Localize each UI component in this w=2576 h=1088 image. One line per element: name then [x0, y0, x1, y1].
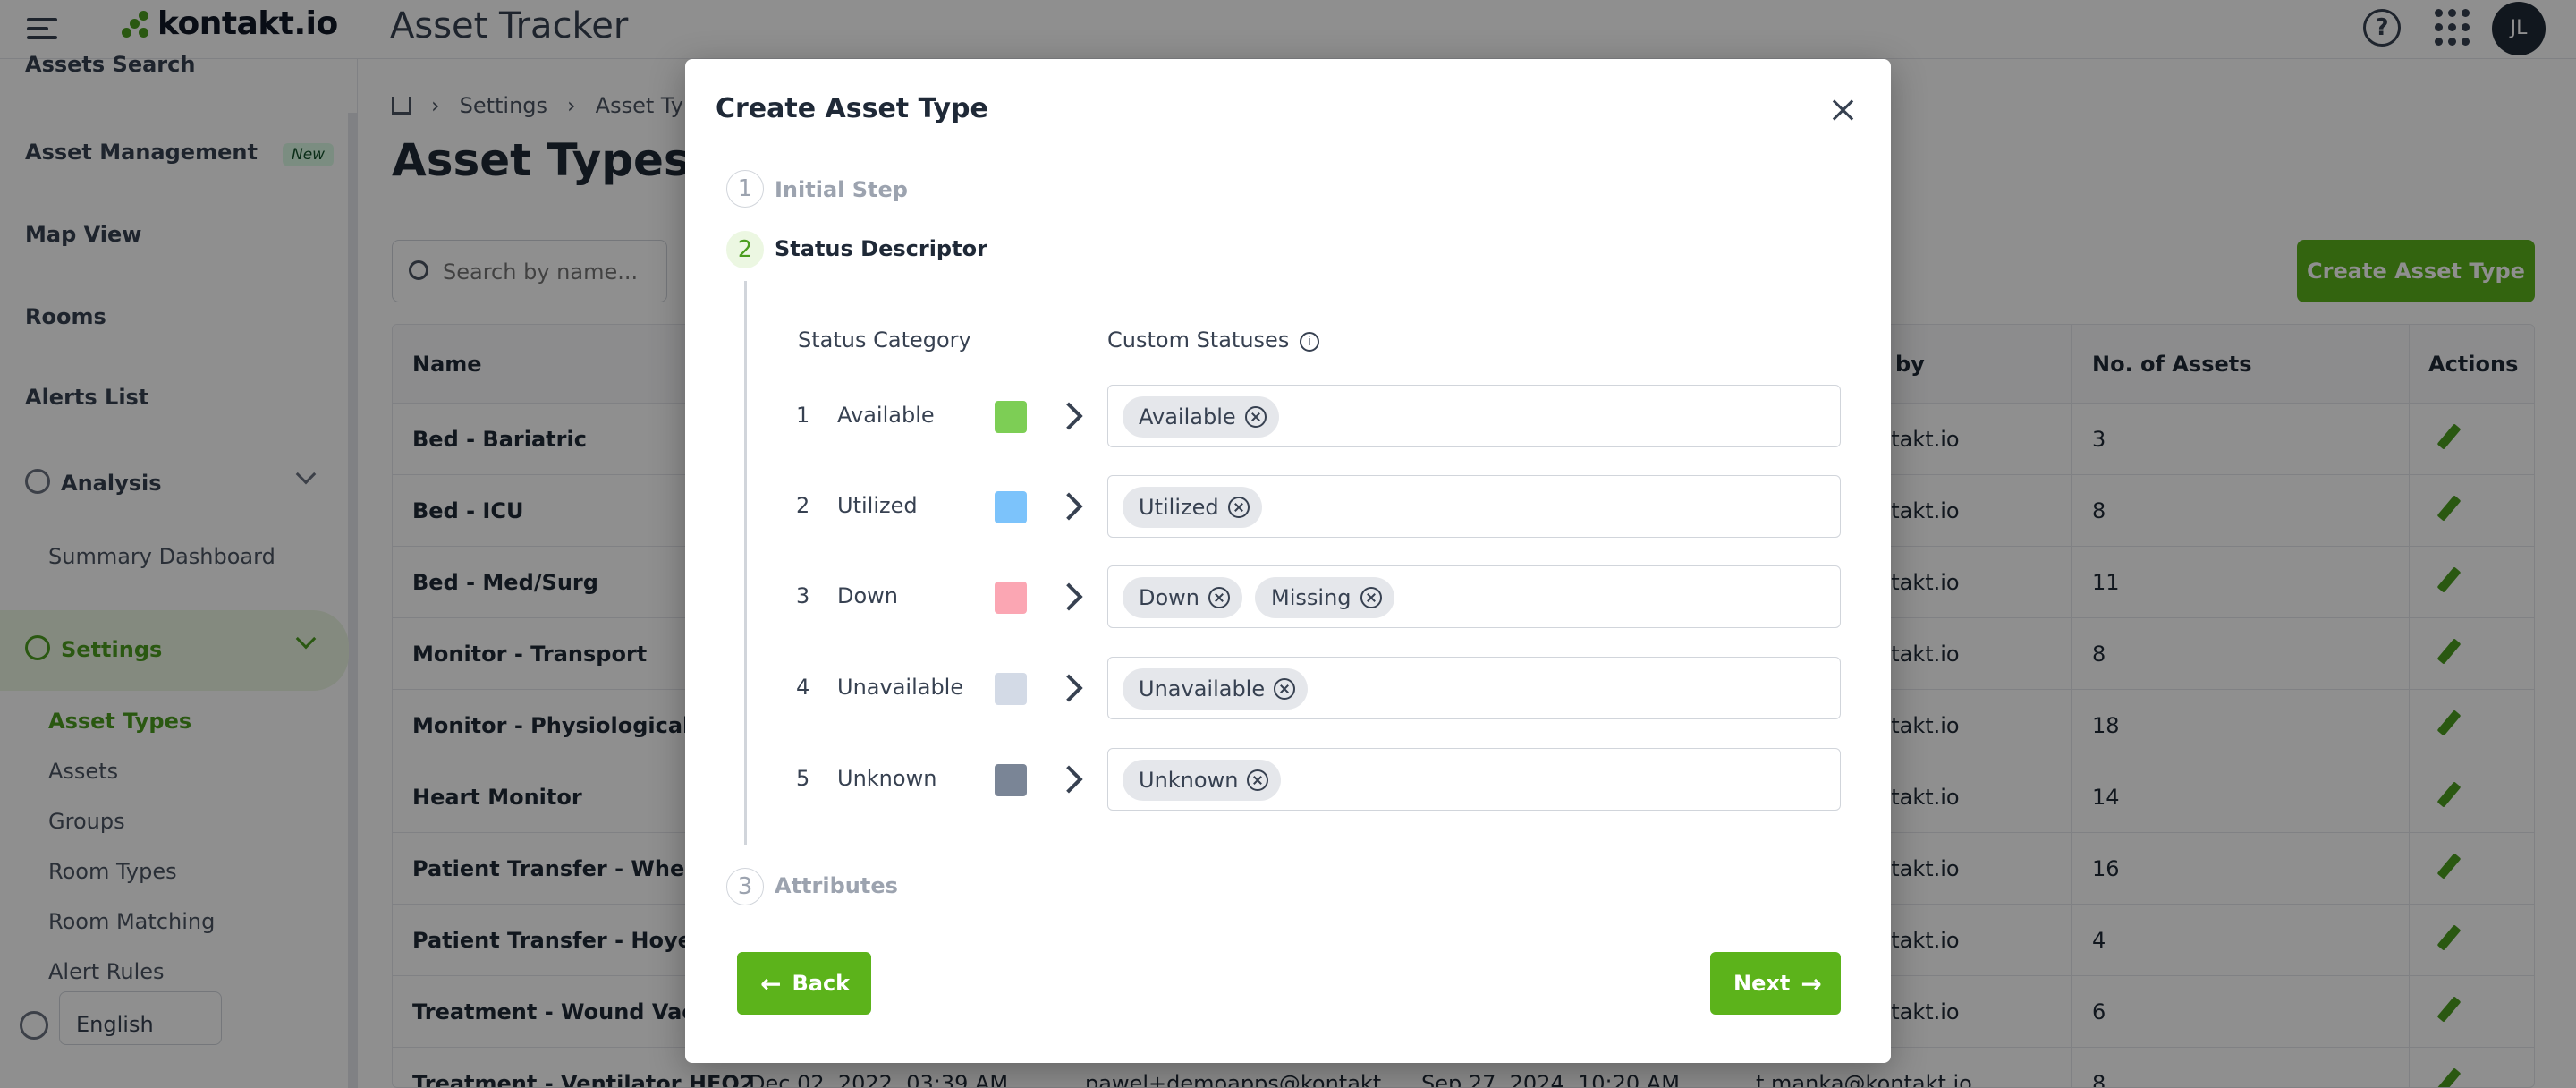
back-button[interactable]: ← Back [737, 952, 871, 1015]
custom-statuses-input[interactable]: Unavailable [1107, 657, 1841, 719]
chip-label: Unknown [1139, 768, 1239, 793]
status-index: 4 [796, 675, 810, 700]
status-category-header: Status Category [798, 327, 971, 353]
status-color-swatch[interactable] [995, 401, 1027, 433]
chevron-right-icon [1055, 674, 1083, 702]
remove-chip-icon[interactable] [1247, 769, 1269, 791]
remove-chip-icon[interactable] [1244, 406, 1267, 428]
status-chip: Utilized [1123, 487, 1262, 528]
status-chip: Unavailable [1123, 668, 1309, 710]
custom-statuses-input[interactable]: Unknown [1107, 748, 1841, 811]
status-name: Available [837, 403, 935, 428]
custom-statuses-input[interactable]: Down Missing [1107, 565, 1841, 628]
step-3-label[interactable]: Attributes [775, 873, 898, 898]
chevron-right-icon [1055, 765, 1083, 794]
chip-label: Missing [1271, 585, 1352, 610]
status-chip: Available [1123, 396, 1279, 438]
status-name: Down [837, 583, 899, 608]
remove-chip-icon[interactable] [1274, 678, 1296, 700]
chevron-right-icon [1055, 582, 1083, 611]
status-color-swatch[interactable] [995, 582, 1027, 614]
custom-statuses-input[interactable]: Utilized [1107, 475, 1841, 538]
arrow-left-icon: ← [760, 968, 782, 999]
chip-label: Down [1139, 585, 1200, 610]
status-chip: Missing [1255, 577, 1394, 618]
status-row-unknown: 5 Unknown Unknown [685, 748, 1891, 811]
status-chip: Unknown [1123, 760, 1282, 801]
step-2-number: 2 [726, 231, 764, 268]
status-color-swatch[interactable] [995, 673, 1027, 705]
chip-label: Utilized [1139, 495, 1219, 520]
custom-statuses-input[interactable]: Available [1107, 385, 1841, 447]
info-icon[interactable]: i [1299, 332, 1319, 352]
status-row-available: 1 Available Available [685, 385, 1891, 447]
status-color-swatch[interactable] [995, 491, 1027, 523]
status-index: 2 [796, 493, 810, 518]
close-icon[interactable] [1828, 95, 1859, 125]
status-row-down: 3 Down Down Missing [685, 565, 1891, 628]
step-2-label[interactable]: Status Descriptor [775, 236, 987, 261]
status-index: 5 [796, 766, 810, 791]
custom-statuses-label: Custom Statuses [1107, 327, 1290, 353]
next-button[interactable]: Next → [1710, 952, 1841, 1015]
custom-statuses-header: Custom Statuses i [1107, 327, 1319, 353]
chip-label: Unavailable [1139, 676, 1266, 701]
remove-chip-icon[interactable] [1360, 587, 1382, 608]
chevron-right-icon [1055, 492, 1083, 521]
chevron-right-icon [1055, 402, 1083, 430]
remove-chip-icon[interactable] [1208, 587, 1231, 608]
status-chip: Down [1123, 577, 1243, 618]
create-asset-type-dialog: Create Asset Type 1 Initial Step 2 Statu… [685, 59, 1891, 1063]
status-name: Unavailable [837, 675, 964, 700]
step-1-number: 1 [726, 170, 764, 208]
step-3-number: 3 [726, 868, 764, 905]
dialog-title: Create Asset Type [716, 93, 988, 124]
back-label: Back [792, 971, 851, 996]
status-index: 3 [796, 583, 810, 608]
status-row-utilized: 2 Utilized Utilized [685, 475, 1891, 538]
status-row-unavailable: 4 Unavailable Unavailable [685, 657, 1891, 719]
status-name: Utilized [837, 493, 918, 518]
remove-chip-icon[interactable] [1227, 497, 1250, 518]
chip-label: Available [1139, 404, 1236, 429]
status-index: 1 [796, 403, 810, 428]
step-1-label[interactable]: Initial Step [775, 177, 908, 202]
status-name: Unknown [837, 766, 937, 791]
arrow-right-icon: → [1801, 968, 1822, 999]
status-color-swatch[interactable] [995, 764, 1027, 796]
next-label: Next [1733, 971, 1791, 996]
